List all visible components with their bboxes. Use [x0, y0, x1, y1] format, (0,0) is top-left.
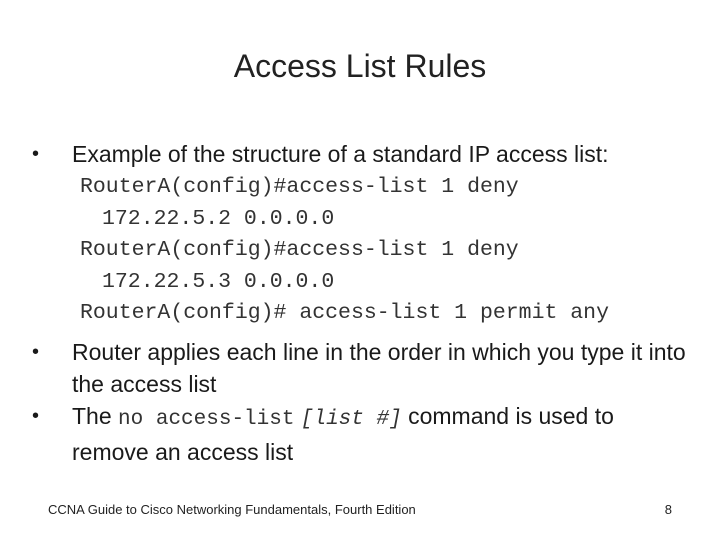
bullet-example-structure: • Example of the structure of a standard… — [32, 138, 609, 170]
bullet-remove-command: • The no access-list [list #] command is… — [32, 400, 692, 468]
bullet-dot-icon: • — [32, 143, 40, 165]
code-line: RouterA(config)# access-list 1 permit an… — [80, 301, 609, 325]
bullet-dot-icon: • — [32, 341, 40, 363]
bullet-text: Example of the structure of a standard I… — [72, 141, 609, 167]
bullet-dot-icon: • — [32, 405, 40, 427]
inline-code-italic: [list #] — [300, 408, 402, 431]
page-number: 8 — [664, 502, 672, 517]
footer-text: CCNA Guide to Cisco Networking Fundament… — [48, 502, 416, 517]
code-block: RouterA(config)#access-list 1 deny 172.2… — [80, 172, 609, 330]
bullet-line-order: • Router applies each line in the order … — [32, 336, 692, 400]
inline-code: no access-list — [118, 408, 295, 431]
slide-title: Access List Rules — [233, 48, 487, 84]
code-line: RouterA(config)#access-list 1 deny — [80, 238, 519, 262]
code-line: 172.22.5.2 0.0.0.0 — [102, 206, 335, 231]
code-line: RouterA(config)#access-list 1 deny — [80, 175, 519, 199]
bullet-prefix: The — [72, 403, 112, 429]
code-line: 172.22.5.3 0.0.0.0 — [102, 269, 335, 294]
bullet-text: Router applies each line in the order in… — [72, 339, 686, 397]
